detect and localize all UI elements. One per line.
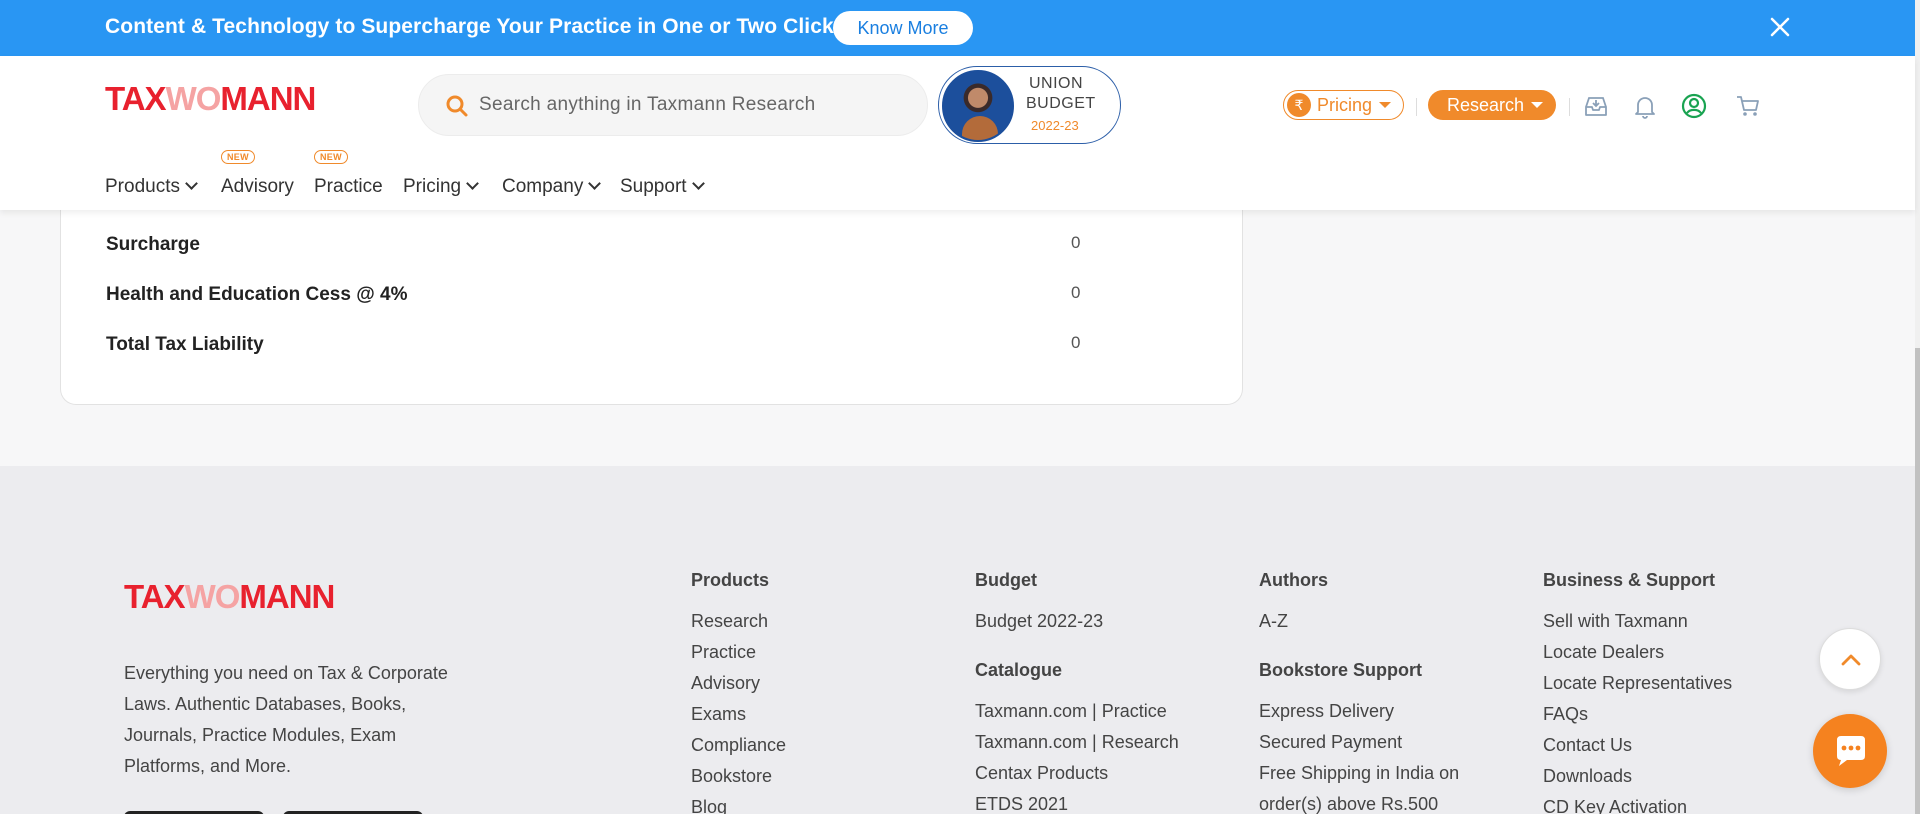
footer-heading: Products (691, 570, 770, 590)
chevron-down-icon (185, 177, 198, 190)
rupee-icon: ₹ (1287, 93, 1311, 117)
surcharge-value: 0 (1071, 233, 1081, 252)
cart-icon[interactable] (1734, 92, 1762, 120)
scrollbar-thumb[interactable] (1915, 348, 1920, 814)
footer-col-business: Business & Support Sell with Taxmann Loc… (1543, 570, 1732, 814)
footer-link[interactable]: Compliance (691, 735, 786, 766)
user-icon[interactable] (1680, 92, 1708, 120)
footer-subheading: Bookstore Support (1259, 660, 1423, 680)
footer-heading: Authors (1259, 570, 1328, 590)
footer-link[interactable]: Practice (691, 642, 786, 673)
footer-link[interactable]: Taxmann.com | Practice (975, 701, 1179, 732)
budget-avatar (942, 70, 1014, 142)
site-footer: TAXWOMANN Everything you need on Tax & C… (0, 466, 1915, 814)
total-tax-label: Total Tax Liability (106, 334, 264, 355)
footer-link[interactable]: Locate Dealers (1543, 642, 1732, 673)
footer-link[interactable]: A-Z (1259, 611, 1459, 642)
footer-link[interactable]: Taxmann.com | Research (975, 732, 1179, 763)
chevron-down-icon (466, 177, 479, 190)
nav-products[interactable]: Products (105, 176, 198, 198)
footer-link[interactable]: CD Key Activation (1543, 797, 1732, 814)
footer-link[interactable]: Free Shipping in India on (1259, 763, 1459, 794)
footer-description: Everything you need on Tax & Corporate L… (124, 663, 448, 776)
budget-year: 2022-23 (1031, 118, 1079, 133)
footer-link[interactable]: FAQs (1543, 704, 1732, 735)
footer-link[interactable]: Express Delivery (1259, 701, 1459, 732)
nav-support[interactable]: Support (620, 176, 705, 198)
footer-link[interactable]: order(s) above Rs.500 (1259, 794, 1459, 814)
divider (1416, 98, 1417, 116)
research-dropdown[interactable]: Research (1428, 90, 1556, 120)
close-icon[interactable] (1766, 13, 1794, 41)
site-header: TAXWOMANN UNION BUDGET 2022-23 ₹ Pricing… (0, 56, 1915, 210)
union-budget-badge[interactable]: UNION BUDGET 2022-23 (938, 66, 1121, 144)
search-input[interactable] (479, 87, 899, 123)
page-scrollbar[interactable] (1915, 0, 1920, 814)
footer-link[interactable]: Budget 2022-23 (975, 611, 1179, 642)
promo-banner: Content & Technology to Supercharge Your… (0, 0, 1915, 56)
promo-text: Content & Technology to Supercharge Your… (105, 15, 852, 38)
footer-link[interactable]: Sell with Taxmann (1543, 611, 1732, 642)
search-bar[interactable] (418, 74, 928, 136)
chevron-down-icon (588, 177, 602, 190)
new-badge: NEW (221, 150, 255, 164)
nav-pricing[interactable]: Pricing (403, 176, 479, 198)
nav-practice[interactable]: NEW Practice (314, 150, 383, 198)
know-more-button[interactable]: Know More (833, 11, 973, 45)
footer-col-products: Products Research Practice Advisory Exam… (691, 570, 786, 814)
inbox-icon[interactable] (1582, 92, 1610, 120)
pricing-label: Pricing (1317, 94, 1373, 115)
footer-link[interactable]: Bookstore (691, 766, 786, 797)
search-icon (445, 94, 469, 118)
footer-link[interactable]: Contact Us (1543, 735, 1732, 766)
budget-line2: BUDGET (1026, 95, 1096, 112)
footer-logo[interactable]: TAXWOMANN (124, 578, 335, 616)
surcharge-label: Surcharge (106, 234, 200, 255)
taxmann-logo[interactable]: TAXWOMANN (105, 80, 316, 118)
chat-icon (1837, 736, 1865, 766)
scroll-to-top-button[interactable] (1819, 628, 1881, 690)
pricing-dropdown[interactable]: ₹ Pricing (1283, 90, 1404, 120)
cess-value: 0 (1071, 283, 1081, 302)
footer-link[interactable]: Centax Products (975, 763, 1179, 794)
footer-link[interactable]: Downloads (1543, 766, 1732, 797)
footer-link[interactable]: ETDS 2021 (975, 794, 1179, 814)
divider (1569, 98, 1570, 116)
footer-link[interactable]: Blog (691, 797, 786, 814)
total-tax-value: 0 (1071, 333, 1081, 352)
bell-icon[interactable] (1631, 92, 1659, 120)
footer-subheading: Catalogue (975, 660, 1063, 680)
footer-heading: Budget (975, 570, 1037, 590)
footer-link[interactable]: Exams (691, 704, 786, 735)
nav-advisory[interactable]: NEW Advisory (221, 150, 294, 198)
chevron-down-icon (691, 177, 705, 190)
caret-down-icon (1379, 102, 1392, 108)
research-label: Research (1447, 94, 1525, 115)
nav-company[interactable]: Company (502, 176, 602, 198)
footer-link[interactable]: Locate Representatives (1543, 673, 1732, 704)
cess-label: Health and Education Cess @ 4% (106, 284, 408, 305)
footer-col-budget: Budget Budget 2022-23 Catalogue Taxmann.… (975, 570, 1179, 814)
footer-heading: Business & Support (1543, 570, 1716, 590)
budget-line1: UNION (1029, 75, 1084, 92)
caret-down-icon (1531, 102, 1544, 108)
chat-button[interactable] (1813, 714, 1887, 788)
new-badge: NEW (314, 150, 348, 164)
footer-link[interactable]: Advisory (691, 673, 786, 704)
footer-col-authors: Authors A-Z Bookstore Support Express De… (1259, 570, 1459, 814)
footer-link[interactable]: Research (691, 611, 786, 642)
chevron-up-icon (1841, 654, 1861, 666)
footer-link[interactable]: Secured Payment (1259, 732, 1459, 763)
